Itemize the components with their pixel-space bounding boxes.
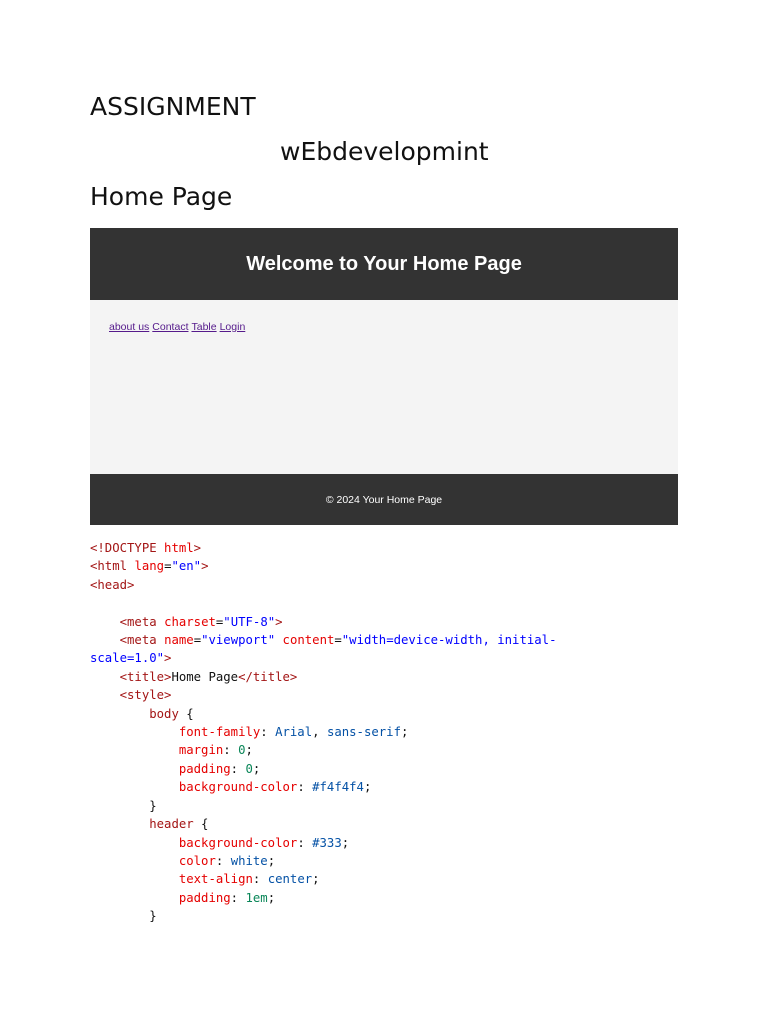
code-line: <!DOCTYPE html> <box>90 541 202 555</box>
code-line: background-color: #f4f4f4; <box>178 780 372 795</box>
document-title: ASSIGNMENT <box>90 92 256 121</box>
code-line: scale=1.0"> <box>90 651 172 666</box>
nav-link-table[interactable]: Table <box>191 321 216 333</box>
nav-link-contact[interactable]: Contact <box>152 321 188 333</box>
site-footer-text: © 2024 Your Home Page <box>325 493 443 506</box>
code-line: header { <box>149 817 209 832</box>
document-subtitle: wEbdevelopmint <box>280 137 489 166</box>
homepage-screenshot: Welcome to Your Home Page about us Contac… <box>90 228 678 525</box>
code-listing: <!DOCTYPE html> <html lang="en"> <head> … <box>90 539 690 926</box>
code-line: <meta name="viewport" content="width=dev… <box>119 633 557 648</box>
code-line: <style> <box>119 688 172 703</box>
nav-link-login[interactable]: Login <box>220 321 246 333</box>
site-header: Welcome to Your Home Page <box>90 228 678 300</box>
code-line: } <box>90 909 157 924</box>
code-line: padding: 0; <box>178 761 261 776</box>
code-line: } <box>90 798 157 813</box>
code-line: <meta charset="UTF-8"> <box>119 614 283 629</box>
code-line: padding: 1em; <box>178 890 276 905</box>
code-line: margin: 0; <box>178 743 253 758</box>
nav-link-about[interactable]: about us <box>109 321 149 333</box>
section-heading: Home Page <box>90 182 233 211</box>
code-line: <title>Home Page</title> <box>119 669 298 684</box>
site-nav: about us Contact Table Login <box>109 321 248 333</box>
code-line: background-color: #333; <box>178 835 350 850</box>
site-header-title: Welcome to Your Home Page <box>246 252 522 275</box>
code-line: font-family: Arial, sans-serif; <box>178 725 409 740</box>
code-line: body { <box>149 706 194 721</box>
code-line: text-align: center; <box>178 872 320 887</box>
code-line: <head> <box>90 577 135 592</box>
code-line: <html lang="en"> <box>90 559 209 574</box>
code-line: color: white; <box>178 853 276 868</box>
site-footer: © 2024 Your Home Page <box>90 474 678 525</box>
document-page: ASSIGNMENT wEbdevelopmint Home Page Welc… <box>0 0 768 1024</box>
